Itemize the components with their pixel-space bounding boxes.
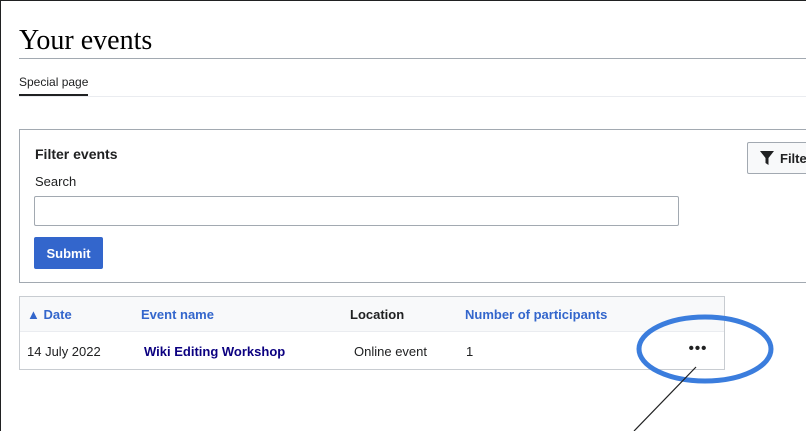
highlight-circle: [636, 314, 774, 384]
annotation-overlay: [633, 314, 774, 431]
